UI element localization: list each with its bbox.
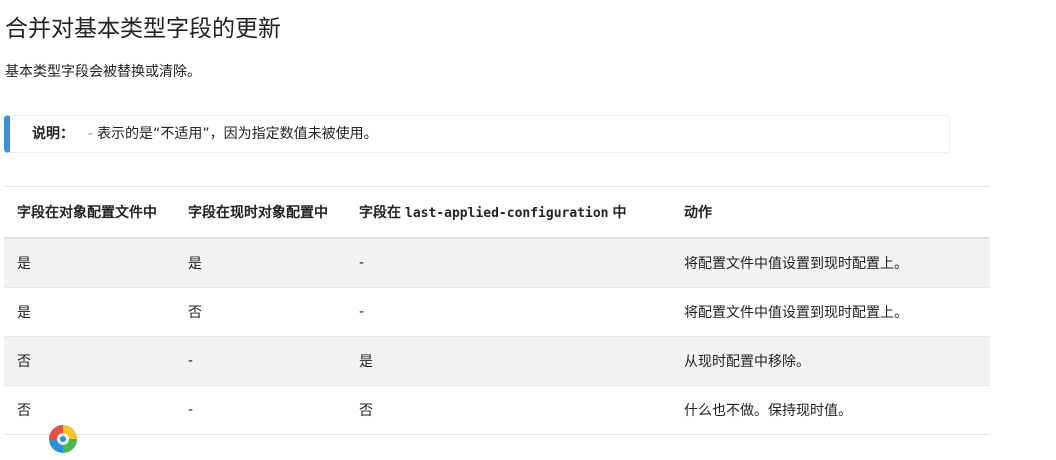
- cell-in-last-applied: 否: [346, 385, 671, 435]
- cell-in-live-config: 否: [175, 287, 346, 337]
- table-row: 否 - 否 什么也不做。保持现时值。: [4, 385, 990, 435]
- note-text: 表示的是“不适用”，因为指定数值未被使用。: [97, 126, 378, 142]
- merge-table: 字段在对象配置文件中 字段在现时对象配置中 字段在 last-applied-co…: [4, 186, 990, 435]
- cell-action: 什么也不做。保持现时值。: [671, 385, 990, 435]
- page-title: 合并对基本类型字段的更新: [5, 16, 281, 42]
- cell-in-config-file: 是: [4, 287, 175, 337]
- cell-in-last-applied: -: [346, 287, 671, 337]
- cell-in-live-config: -: [175, 336, 346, 386]
- page-subtitle: 基本类型字段会被替换或清除。: [5, 64, 201, 80]
- cell-in-last-applied: 是: [346, 336, 671, 386]
- colorful-circle-logo-icon: [47, 423, 79, 455]
- table-row: 是 否 - 将配置文件中值设置到现时配置上。: [4, 287, 990, 337]
- page: 合并对基本类型字段的更新 基本类型字段会被替换或清除。 说明： - 表示的是“不适用…: [0, 0, 1056, 460]
- table-row: 是 是 - 将配置文件中值设置到现时配置上。: [4, 238, 990, 288]
- cell-action: 将配置文件中值设置到现时配置上。: [671, 287, 990, 337]
- note-label: 说明：: [32, 126, 74, 142]
- header-in-live-config: 字段在现时对象配置中: [188, 205, 328, 221]
- note-callout: 说明： - 表示的是“不适用”，因为指定数值未被使用。: [4, 115, 950, 153]
- header-in-last-applied-prefix: 字段在: [359, 205, 401, 221]
- cell-in-live-config: -: [175, 385, 346, 435]
- note-dash: -: [88, 126, 94, 142]
- cell-in-config-file: 否: [4, 385, 175, 435]
- cell-in-config-file: 否: [4, 336, 175, 386]
- header-in-config-file: 字段在对象配置文件中: [17, 205, 157, 221]
- merge-table-wrapper: 字段在对象配置文件中 字段在现时对象配置中 字段在 last-applied-co…: [4, 186, 990, 435]
- header-in-last-applied-suffix: 中: [612, 205, 627, 221]
- table-header-row: 字段在对象配置文件中 字段在现时对象配置中 字段在 last-applied-co…: [4, 186, 990, 239]
- cell-action: 将配置文件中值设置到现时配置上。: [671, 238, 990, 288]
- cell-action: 从现时配置中移除。: [671, 336, 990, 386]
- header-action: 动作: [684, 205, 712, 221]
- header-last-applied-code: last-applied-configuration: [405, 206, 609, 221]
- header-in-last-applied: 字段在 last-applied-configuration 中: [346, 187, 671, 239]
- table-row: 否 - 是 从现时配置中移除。: [4, 336, 990, 386]
- cell-in-live-config: 是: [175, 238, 346, 288]
- cell-in-config-file: 是: [4, 238, 175, 288]
- cell-in-last-applied: -: [346, 238, 671, 288]
